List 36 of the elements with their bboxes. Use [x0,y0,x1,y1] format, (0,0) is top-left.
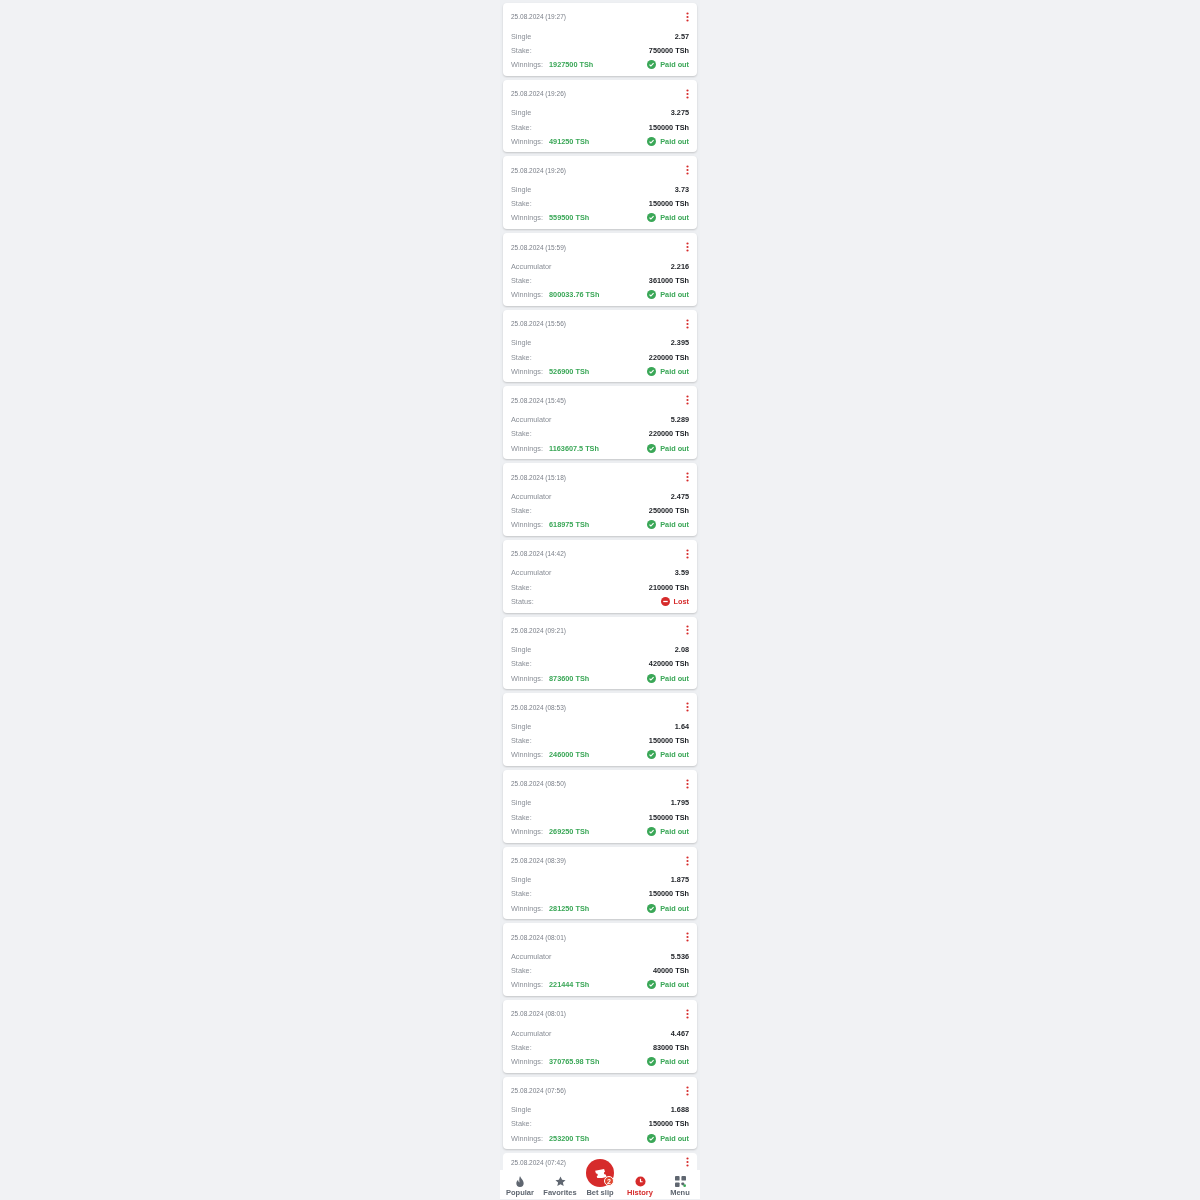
more-icon[interactable] [686,242,689,253]
check-circle-icon [647,136,657,146]
check-circle-icon [647,366,657,376]
more-icon[interactable] [686,318,689,329]
more-icon[interactable] [686,855,689,866]
check-circle-icon [647,290,657,300]
more-icon[interactable] [686,88,689,99]
more-icon[interactable] [686,11,689,22]
more-icon[interactable] [686,1085,689,1096]
more-icon[interactable] [686,778,689,789]
check-circle-icon [647,213,657,223]
more-icon[interactable] [686,1008,689,1019]
more-icon[interactable] [686,1157,689,1168]
check-circle-icon [647,520,657,530]
minus-circle-icon [660,596,670,606]
check-circle-icon [647,826,657,836]
check-circle-icon [647,673,657,683]
check-circle-icon [647,443,657,453]
more-icon[interactable] [686,395,689,406]
star-icon [554,1176,566,1188]
clock-icon [634,1176,646,1188]
check-circle-icon [647,903,657,913]
more-icon[interactable] [686,472,689,483]
check-circle-icon [647,1133,657,1143]
more-icon[interactable] [686,702,689,713]
ticket-icon [593,1168,607,1178]
check-circle-icon [647,60,657,70]
check-circle-icon [647,1057,657,1066]
check-circle-icon [647,980,657,990]
more-icon[interactable] [686,165,689,176]
check-circle-icon [647,750,657,760]
grid-icon [674,1176,686,1188]
more-icon[interactable] [686,932,689,943]
flame-icon [515,1176,525,1188]
more-icon[interactable] [686,625,689,636]
more-icon[interactable] [686,548,689,559]
